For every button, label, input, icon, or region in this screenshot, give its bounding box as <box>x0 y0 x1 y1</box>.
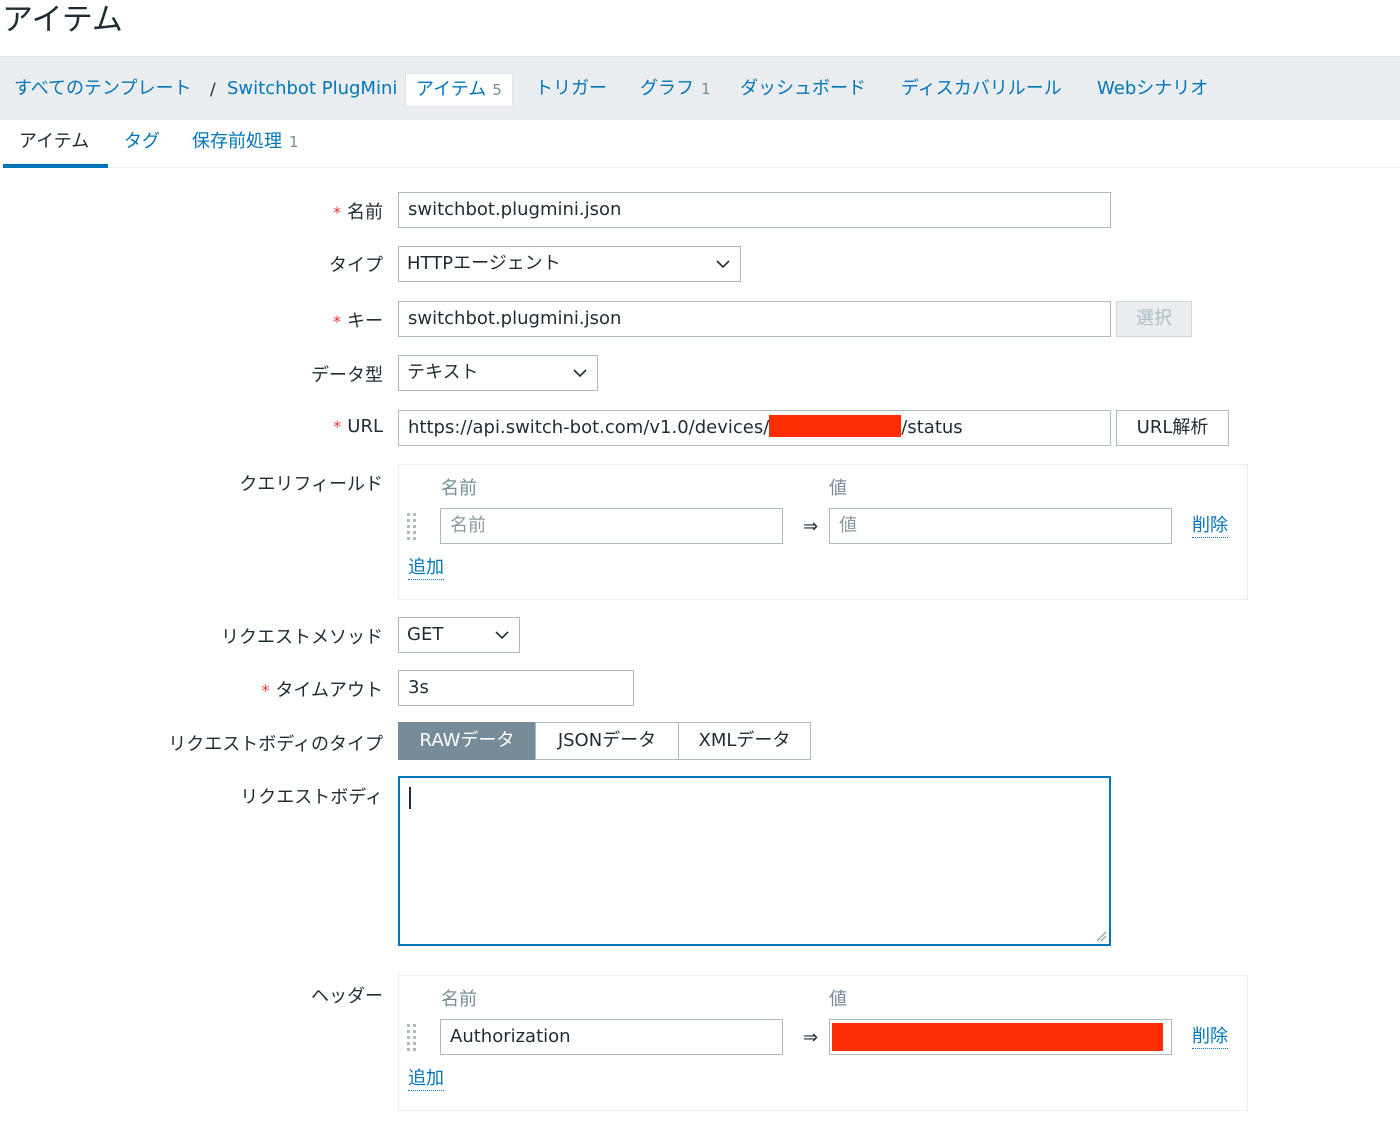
nav-discovery[interactable]: ディスカバリルール <box>901 57 1062 121</box>
type-select[interactable]: HTTPエージェント <box>398 246 741 282</box>
header-arrow: ⇒ <box>803 1027 819 1048</box>
name-input[interactable]: switchbot.plugmini.json <box>398 192 1111 228</box>
nav-items-count: 5 <box>492 81 502 99</box>
tab-preprocessing-label: 保存前処理 <box>192 131 282 152</box>
chevron-down-icon <box>495 631 509 640</box>
resize-handle-icon[interactable] <box>1095 930 1107 942</box>
url-prefix: https://api.switch-bot.com/v1.0/devices/ <box>408 417 770 438</box>
type-label: タイプ <box>329 255 383 276</box>
nav-items[interactable]: アイテム 5 <box>405 73 513 107</box>
name-label: * 名前 <box>333 198 383 224</box>
body-type-xml[interactable]: XMLデータ <box>678 722 811 760</box>
header-add-button[interactable]: 追加 <box>408 1068 444 1091</box>
url-label: * URL <box>333 416 383 437</box>
breadcrumb-all-templates[interactable]: すべてのテンプレート <box>14 57 191 121</box>
url-parse-button[interactable]: URL解析 <box>1116 410 1229 446</box>
key-label: * キー <box>333 307 383 333</box>
nav-dashboards[interactable]: ダッシュボード <box>740 57 866 121</box>
redacted-header-value <box>832 1023 1163 1051</box>
query-remove-button[interactable]: 削除 <box>1192 515 1228 538</box>
header-col-value: 値 <box>829 989 847 1010</box>
text-caret <box>409 787 411 809</box>
redacted-device-id <box>769 415 902 437</box>
tab-tags[interactable]: タグ <box>124 120 160 166</box>
name-label-text: 名前 <box>347 202 383 223</box>
nav-graphs[interactable]: グラフ 1 <box>640 57 711 121</box>
value-type-label: データ型 <box>311 365 383 386</box>
tab-preprocessing-count: 1 <box>289 133 299 151</box>
item-tabs: アイテム タグ 保存前処理 1 <box>0 120 1400 168</box>
nav-graphs-label: グラフ <box>640 78 694 99</box>
query-value-input[interactable]: 値 <box>829 508 1172 544</box>
request-body-textarea[interactable] <box>398 776 1111 946</box>
required-mark: * <box>333 312 341 331</box>
url-input[interactable]: https://api.switch-bot.com/v1.0/devices/… <box>398 410 1111 446</box>
type-select-value: HTTPエージェント <box>407 253 561 274</box>
query-col-name: 名前 <box>441 478 477 499</box>
chevron-down-icon <box>573 369 587 378</box>
key-select-button[interactable]: 選択 <box>1116 301 1192 337</box>
timeout-label-text: タイムアウト <box>275 680 383 701</box>
nav-graphs-count: 1 <box>701 80 711 98</box>
query-col-value: 値 <box>829 478 847 499</box>
nav-web-scenarios[interactable]: Webシナリオ <box>1097 57 1208 121</box>
value-type-select[interactable]: テキスト <box>398 355 598 391</box>
query-add-button[interactable]: 追加 <box>408 557 444 580</box>
url-suffix: /status <box>901 417 963 438</box>
request-body-label: リクエストボディ <box>240 787 383 808</box>
query-arrow: ⇒ <box>803 516 819 537</box>
value-type-select-value: テキスト <box>407 362 479 383</box>
request-method-label: リクエストメソッド <box>221 627 383 648</box>
active-tab-indicator <box>3 164 108 168</box>
body-type-label: リクエストボディのタイプ <box>168 734 383 755</box>
body-type-json[interactable]: JSONデータ <box>535 722 679 760</box>
nav-items-label: アイテム <box>416 79 487 100</box>
key-input[interactable]: switchbot.plugmini.json <box>398 301 1111 337</box>
timeout-input[interactable]: 3s <box>398 670 634 706</box>
page-title: アイテム <box>2 2 123 38</box>
header-col-name: 名前 <box>441 989 477 1010</box>
query-fields-label: クエリフィールド <box>239 474 383 495</box>
timeout-label: * タイムアウト <box>261 676 383 702</box>
url-label-text: URL <box>347 416 383 437</box>
breadcrumb-template[interactable]: Switchbot PlugMini <box>227 57 397 121</box>
key-label-text: キー <box>347 311 383 332</box>
drag-handle-icon[interactable] <box>407 1024 419 1052</box>
header-value-input[interactable] <box>829 1019 1172 1055</box>
request-method-value: GET <box>407 624 444 645</box>
header-remove-button[interactable]: 削除 <box>1192 1026 1228 1049</box>
breadcrumb-separator: / <box>210 80 216 100</box>
header-name-input[interactable]: Authorization <box>440 1019 783 1055</box>
tab-item[interactable]: アイテム <box>19 120 89 166</box>
required-mark: * <box>333 203 341 222</box>
drag-handle-icon[interactable] <box>407 513 419 541</box>
required-mark: * <box>261 681 270 700</box>
query-name-input[interactable]: 名前 <box>440 508 783 544</box>
nav-triggers[interactable]: トリガー <box>535 57 607 121</box>
headers-label: ヘッダー <box>311 986 383 1007</box>
body-type-raw[interactable]: RAWデータ <box>398 722 536 760</box>
chevron-down-icon <box>716 260 730 269</box>
template-nav: すべてのテンプレート / Switchbot PlugMini アイテム 5 トリ… <box>0 56 1400 120</box>
tab-preprocessing[interactable]: 保存前処理 1 <box>192 120 299 166</box>
required-mark: * <box>333 417 342 436</box>
request-method-select[interactable]: GET <box>398 617 520 653</box>
